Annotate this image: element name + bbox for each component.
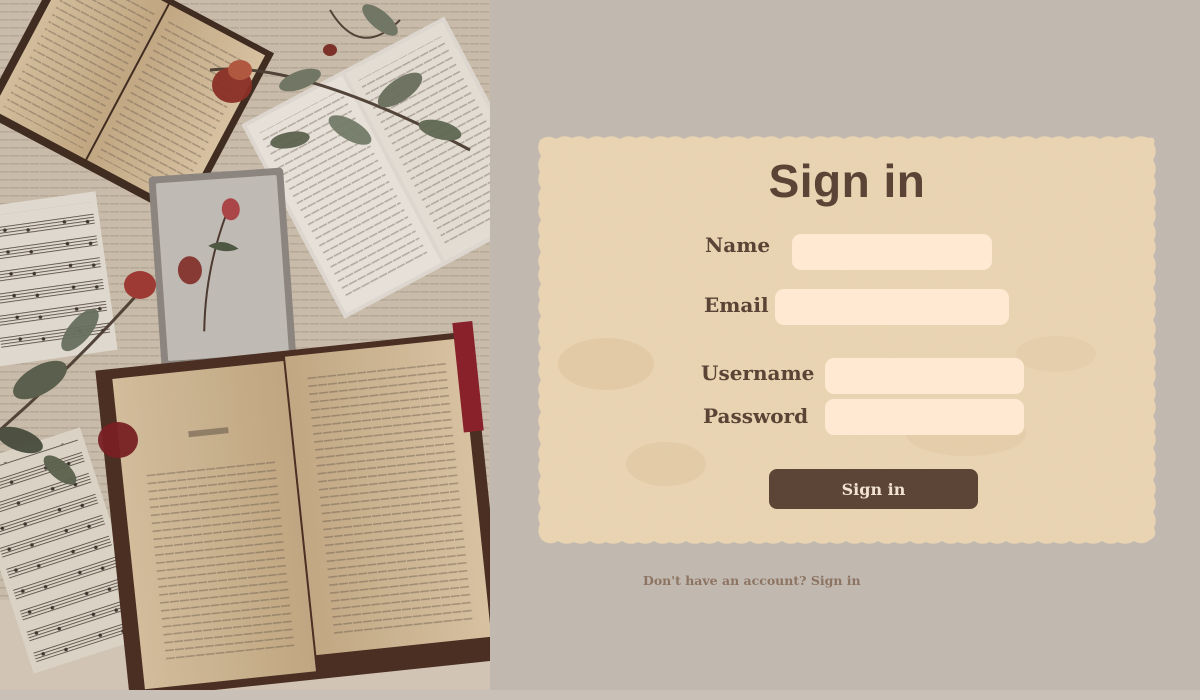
bottom-strip — [0, 690, 1200, 700]
books-photo — [0, 0, 490, 690]
password-field[interactable] — [825, 399, 1024, 435]
name-field[interactable] — [792, 234, 992, 270]
sign-in-page: Sign in Name Email Username Password Sig… — [0, 0, 1200, 700]
signup-prompt-text: Don't have an account? — [643, 573, 807, 588]
email-field[interactable] — [775, 289, 1009, 325]
username-field[interactable] — [825, 358, 1024, 394]
signup-link[interactable]: Sign in — [811, 573, 861, 588]
password-label: Password — [703, 404, 809, 428]
page-title: Sign in — [768, 155, 926, 207]
sign-in-button[interactable]: Sign in — [769, 469, 978, 509]
username-label: Username — [701, 361, 815, 385]
signup-prompt: Don't have an account? Sign in — [643, 573, 861, 588]
name-label: Name — [705, 233, 771, 257]
email-label: Email — [704, 293, 769, 317]
sign-in-card: Sign in Name Email Username Password Sig… — [536, 134, 1158, 546]
